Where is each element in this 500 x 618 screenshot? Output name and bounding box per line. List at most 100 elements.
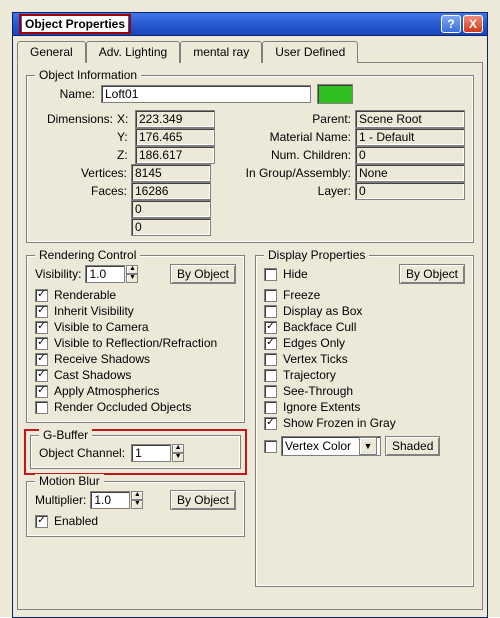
material-label: Material Name:: [239, 130, 351, 144]
vertices-value: 8145: [131, 164, 211, 182]
multiplier-input[interactable]: [90, 491, 130, 509]
visibility-input[interactable]: [85, 265, 125, 283]
checkbox-icon: ✓: [264, 417, 277, 430]
group-title-rendering: Rendering Control: [35, 248, 140, 262]
spin-down-icon[interactable]: ▼: [172, 453, 184, 462]
object-channel-input[interactable]: [131, 444, 171, 462]
group-title-object-info: Object Information: [35, 68, 141, 82]
dimz-value: 186.617: [135, 146, 215, 164]
display-check-4[interactable]: ✓ Edges Only: [264, 336, 465, 350]
group-display-properties: Display Properties Hide By Object Freeze…: [255, 255, 474, 587]
checkbox-icon: ✓: [35, 337, 48, 350]
layer-value: 0: [355, 182, 465, 200]
display-check-label: Freeze: [283, 288, 320, 302]
rendering-check-2[interactable]: ✓ Visible to Camera: [35, 320, 236, 334]
shaded-label: Shaded: [392, 439, 433, 453]
parent-label: Parent:: [239, 112, 351, 126]
checkbox-icon: ✓: [264, 337, 277, 350]
motionblur-enabled-checkbox[interactable]: ✓ Enabled: [35, 514, 236, 528]
object-channel-spinner[interactable]: ▲▼: [131, 444, 184, 462]
shaded-button[interactable]: Shaded: [385, 436, 440, 456]
display-check-label: Display as Box: [283, 304, 362, 318]
multiplier-spinner[interactable]: ▲▼: [90, 491, 143, 509]
vertex-color-checkbox[interactable]: [264, 440, 277, 453]
dimy-label: Y:: [117, 130, 131, 144]
group-motion-blur: Motion Blur Multiplier: ▲▼ By Object ✓ E…: [26, 481, 245, 537]
checkbox-icon: [264, 385, 277, 398]
display-check-label: See-Through: [283, 384, 353, 398]
visibility-label: Visibility:: [35, 267, 81, 281]
close-icon: X: [469, 17, 477, 31]
tab-advlighting-label: Adv. Lighting: [99, 45, 168, 59]
tab-general[interactable]: General: [17, 41, 86, 63]
motionblur-by-object-label: By Object: [177, 493, 229, 507]
rendering-by-object-button[interactable]: By Object: [170, 264, 236, 284]
help-icon: ?: [447, 17, 454, 31]
rendering-check-label: Visible to Reflection/Refraction: [54, 336, 217, 350]
display-by-object-label: By Object: [406, 267, 458, 281]
title-highlight: Object Properties: [19, 14, 131, 34]
spin-up-icon[interactable]: ▲: [131, 491, 143, 500]
display-check-5[interactable]: Vertex Ticks: [264, 352, 465, 366]
object-color-swatch[interactable]: [317, 84, 353, 104]
tab-mentalray-label: mental ray: [193, 45, 249, 59]
tab-mental-ray[interactable]: mental ray: [180, 41, 262, 63]
vertex-color-selected: Vertex Color: [285, 439, 351, 453]
vertex-color-select[interactable]: Vertex Color ▼: [281, 436, 381, 456]
display-check-label: Edges Only: [283, 336, 345, 350]
display-check-label: Show Frozen in Gray: [283, 416, 396, 430]
motionblur-by-object-button[interactable]: By Object: [170, 490, 236, 510]
checkbox-icon: ✓: [35, 289, 48, 302]
checkbox-icon: [35, 401, 48, 414]
name-input[interactable]: [101, 85, 311, 103]
tab-user-defined[interactable]: User Defined: [262, 41, 358, 63]
dimx-label: X:: [117, 112, 131, 126]
display-check-7[interactable]: See-Through: [264, 384, 465, 398]
display-check-3[interactable]: ✓Backface Cull: [264, 320, 465, 334]
display-check-label: Ignore Extents: [283, 400, 360, 414]
tab-userdefined-label: User Defined: [275, 45, 345, 59]
group-value: None: [355, 164, 465, 182]
rendering-check-6[interactable]: ✓Apply Atmospherics: [35, 384, 236, 398]
rendering-check-label: Visible to Camera: [54, 320, 149, 334]
spin-up-icon[interactable]: ▲: [172, 444, 184, 453]
checkbox-icon: [264, 268, 277, 281]
visibility-spinner[interactable]: ▲▼: [85, 265, 138, 283]
display-check-label: Vertex Ticks: [283, 352, 348, 366]
display-check-9[interactable]: ✓ Show Frozen in Gray: [264, 416, 465, 430]
rendering-check-4[interactable]: ✓Receive Shadows: [35, 352, 236, 366]
rendering-check-7[interactable]: Render Occluded Objects: [35, 400, 236, 414]
rendering-check-3[interactable]: ✓ Visible to Reflection/Refraction: [35, 336, 236, 350]
spin-down-icon[interactable]: ▼: [126, 274, 138, 283]
group-gbuffer: G-Buffer Object Channel: ▲▼: [30, 435, 241, 469]
close-button[interactable]: X: [463, 15, 483, 33]
display-check-8[interactable]: Ignore Extents: [264, 400, 465, 414]
window-title: Object Properties: [22, 16, 128, 32]
motionblur-enabled-label: Enabled: [54, 514, 98, 528]
rendering-check-1[interactable]: ✓Inherit Visibility: [35, 304, 236, 318]
children-value: 0: [355, 146, 465, 164]
checkbox-icon: ✓: [35, 385, 48, 398]
display-check-6[interactable]: Trajectory: [264, 368, 465, 382]
display-hide-checkbox[interactable]: Hide: [264, 267, 399, 281]
layer-label: Layer:: [239, 184, 351, 198]
group-title-display: Display Properties: [264, 248, 369, 262]
rendering-check-5[interactable]: ✓Cast Shadows: [35, 368, 236, 382]
display-check-1[interactable]: Freeze: [264, 288, 465, 302]
group-object-information: Object Information Name: Dimensions: X: …: [26, 75, 474, 243]
help-button[interactable]: ?: [441, 15, 461, 33]
tab-general-label: General: [30, 45, 73, 59]
display-by-object-button[interactable]: By Object: [399, 264, 465, 284]
rendering-check-label: Render Occluded Objects: [54, 400, 191, 414]
display-hide-label: Hide: [283, 267, 308, 281]
checkbox-icon: ✓: [264, 321, 277, 334]
group-title-gbuffer: G-Buffer: [39, 428, 92, 442]
display-check-2[interactable]: Display as Box: [264, 304, 465, 318]
spin-up-icon[interactable]: ▲: [126, 265, 138, 274]
checkbox-icon: ✓: [35, 321, 48, 334]
checkbox-icon: ✓: [35, 369, 48, 382]
spin-down-icon[interactable]: ▼: [131, 500, 143, 509]
faces-value: 16286: [131, 182, 211, 200]
rendering-check-0[interactable]: ✓Renderable: [35, 288, 236, 302]
tab-adv-lighting[interactable]: Adv. Lighting: [86, 41, 181, 63]
